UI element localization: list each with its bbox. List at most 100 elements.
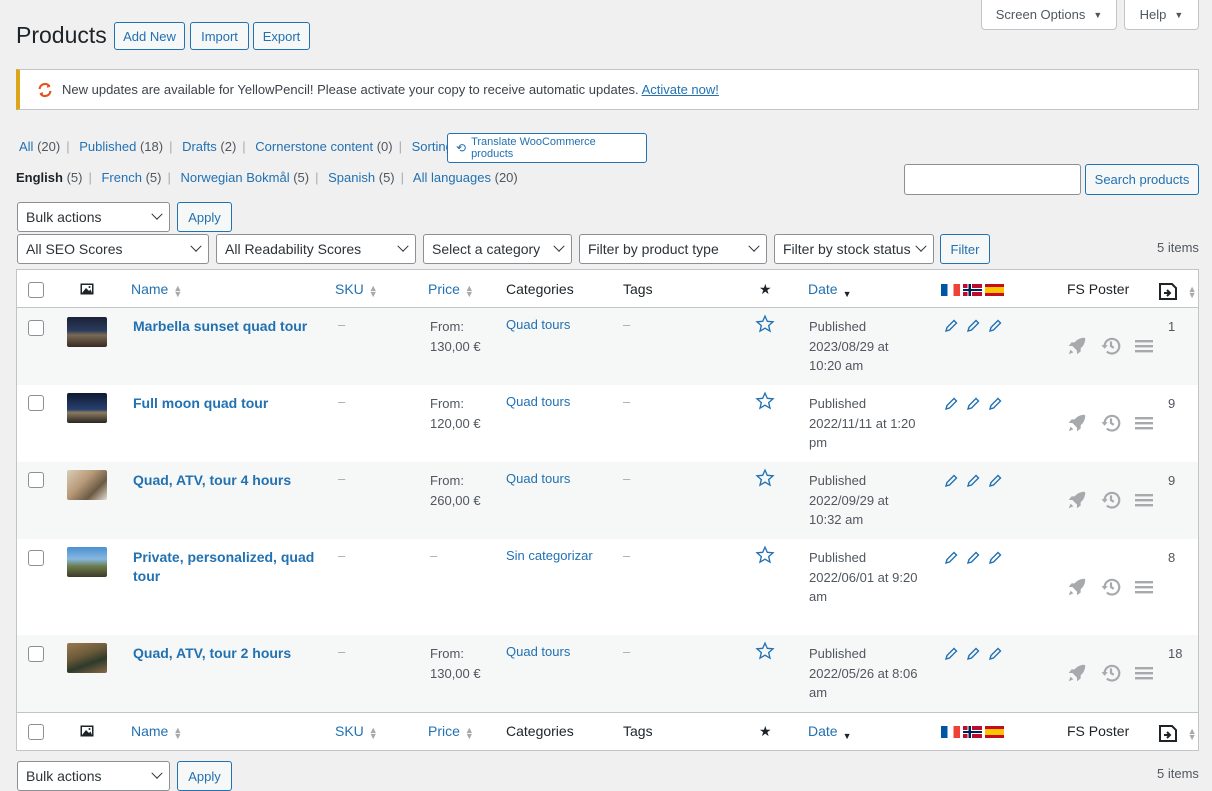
search-products-button[interactable]: Search products	[1085, 164, 1199, 195]
pencil-icon[interactable]	[987, 318, 1003, 334]
menu-icon[interactable]	[1134, 577, 1154, 597]
category-link[interactable]: Quad tours	[506, 317, 570, 332]
featured-star-icon[interactable]: ★	[759, 723, 772, 740]
lang-english[interactable]: English	[16, 170, 63, 185]
date-column-footer[interactable]: Date	[808, 723, 838, 739]
bulk-actions-value: Bulk actions	[26, 209, 102, 225]
product-type-select[interactable]: Filter by product type	[579, 234, 767, 264]
featured-star-icon[interactable]: ★	[759, 281, 772, 298]
star-outline-icon[interactable]	[755, 468, 775, 491]
apply-button-bottom[interactable]: Apply	[177, 761, 232, 791]
pencil-icon[interactable]	[987, 646, 1003, 662]
rocket-icon[interactable]	[1066, 335, 1088, 357]
price-column-header[interactable]: Price	[428, 281, 460, 297]
history-icon[interactable]	[1100, 489, 1122, 511]
category-link[interactable]: Quad tours	[506, 471, 570, 486]
star-outline-icon[interactable]	[755, 545, 775, 568]
translate-woocommerce-button[interactable]: ⟲ Translate WooCommerce products	[447, 133, 647, 163]
pencil-icon[interactable]	[965, 396, 981, 412]
pencil-icon[interactable]	[987, 473, 1003, 489]
row-checkbox[interactable]	[28, 395, 44, 411]
date-column-header[interactable]: Date	[808, 281, 838, 297]
apply-button[interactable]: Apply	[177, 202, 232, 232]
add-new-button[interactable]: Add New	[114, 22, 185, 50]
row-checkbox[interactable]	[28, 550, 44, 566]
row-checkbox[interactable]	[28, 472, 44, 488]
filter-cornerstone[interactable]: Cornerstone content	[255, 139, 373, 154]
lang-norwegian[interactable]: Norwegian Bokmål	[180, 170, 289, 185]
row-checkbox[interactable]	[28, 646, 44, 662]
export-button[interactable]: Export	[253, 22, 310, 50]
history-icon[interactable]	[1100, 412, 1122, 434]
tags-value: –	[623, 548, 631, 563]
product-name-link[interactable]: Quad, ATV, tour 4 hours	[133, 471, 291, 490]
pencil-icon[interactable]	[943, 396, 959, 412]
pencil-icon[interactable]	[943, 473, 959, 489]
category-link[interactable]: Quad tours	[506, 644, 570, 659]
product-name-link[interactable]: Marbella sunset quad tour	[133, 317, 307, 336]
product-thumbnail[interactable]	[67, 393, 107, 423]
help-button[interactable]: Help ▼	[1124, 0, 1199, 30]
menu-icon[interactable]	[1134, 413, 1154, 433]
product-name-link[interactable]: Private, personalized, quad tour	[133, 548, 314, 586]
sort-desc-icon: ▼	[842, 288, 852, 299]
history-icon[interactable]	[1100, 662, 1122, 684]
price-column-footer[interactable]: Price	[428, 723, 460, 739]
menu-icon[interactable]	[1134, 663, 1154, 683]
menu-icon[interactable]	[1134, 336, 1154, 356]
select-all-checkbox[interactable]	[28, 282, 44, 298]
link-count-column-icon[interactable]: ▲ ▼	[1157, 279, 1197, 304]
bulk-actions-select[interactable]: Bulk actions	[17, 202, 170, 232]
menu-icon[interactable]	[1134, 490, 1154, 510]
star-outline-icon[interactable]	[755, 391, 775, 414]
category-link[interactable]: Sin categorizar	[506, 548, 593, 563]
sku-column-header[interactable]: SKU	[335, 281, 364, 297]
pencil-icon[interactable]	[965, 473, 981, 489]
pencil-icon[interactable]	[943, 318, 959, 334]
filter-published[interactable]: Published	[79, 139, 136, 154]
bulk-actions-select-bottom[interactable]: Bulk actions	[17, 761, 170, 791]
pencil-icon[interactable]	[965, 646, 981, 662]
pencil-icon[interactable]	[965, 318, 981, 334]
product-name-link[interactable]: Full moon quad tour	[133, 394, 268, 413]
product-thumbnail[interactable]	[67, 317, 107, 347]
screen-options-button[interactable]: Screen Options ▼	[981, 0, 1117, 30]
rocket-icon[interactable]	[1066, 412, 1088, 434]
rocket-icon[interactable]	[1066, 489, 1088, 511]
seo-scores-select[interactable]: All SEO Scores	[17, 234, 209, 264]
rocket-icon[interactable]	[1066, 576, 1088, 598]
history-icon[interactable]	[1100, 335, 1122, 357]
filter-drafts[interactable]: Drafts	[182, 139, 217, 154]
import-button[interactable]: Import	[190, 22, 249, 50]
pencil-icon[interactable]	[987, 550, 1003, 566]
row-checkbox[interactable]	[28, 320, 44, 336]
product-thumbnail[interactable]	[67, 643, 107, 673]
pencil-icon[interactable]	[943, 550, 959, 566]
lang-all[interactable]: All languages	[413, 170, 491, 185]
filter-button[interactable]: Filter	[940, 234, 990, 264]
product-thumbnail[interactable]	[67, 470, 107, 500]
pencil-icon[interactable]	[943, 646, 959, 662]
readability-select[interactable]: All Readability Scores	[216, 234, 416, 264]
lang-spanish[interactable]: Spanish	[328, 170, 375, 185]
name-column-header[interactable]: Name	[131, 281, 168, 297]
rocket-icon[interactable]	[1066, 662, 1088, 684]
name-column-footer[interactable]: Name	[131, 723, 168, 739]
star-outline-icon[interactable]	[755, 641, 775, 664]
filter-all[interactable]: All	[19, 139, 33, 154]
pencil-icon[interactable]	[987, 396, 1003, 412]
category-select[interactable]: Select a category	[423, 234, 572, 264]
sku-column-footer[interactable]: SKU	[335, 723, 364, 739]
stock-status-select[interactable]: Filter by stock status	[774, 234, 934, 264]
product-thumbnail[interactable]	[67, 547, 107, 577]
search-input[interactable]	[904, 164, 1081, 195]
lang-french[interactable]: French	[101, 170, 141, 185]
product-name-link[interactable]: Quad, ATV, tour 2 hours	[133, 644, 291, 663]
activate-now-link[interactable]: Activate now!	[642, 82, 719, 97]
select-all-checkbox-footer[interactable]	[28, 724, 44, 740]
pencil-icon[interactable]	[965, 550, 981, 566]
category-link[interactable]: Quad tours	[506, 394, 570, 409]
history-icon[interactable]	[1100, 576, 1122, 598]
star-outline-icon[interactable]	[755, 314, 775, 337]
link-count-column-icon[interactable]: ▲ ▼	[1157, 721, 1197, 746]
